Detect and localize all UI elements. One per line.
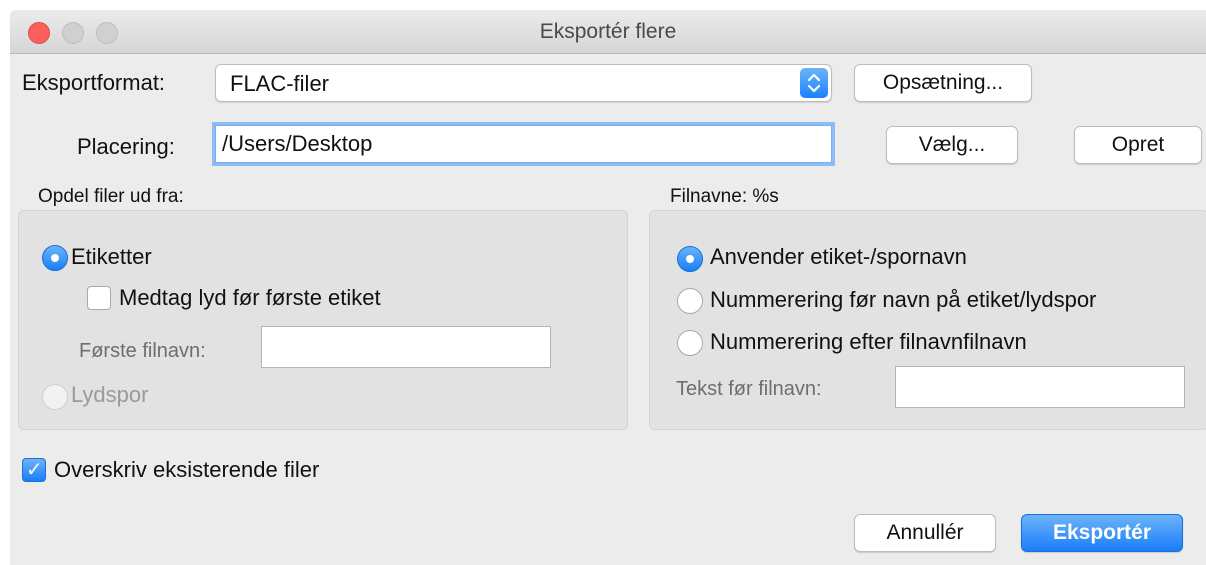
export-format-popup[interactable]: FLAC-filer bbox=[215, 64, 832, 102]
split-group: Etiketter Medtag lyd før første etiket F… bbox=[18, 210, 628, 430]
tracks-radio[interactable] bbox=[42, 384, 68, 410]
split-heading: Opdel filer ud fra: bbox=[38, 186, 184, 207]
use-label-name-radio[interactable] bbox=[677, 246, 703, 272]
tracks-option-label: Lydspor bbox=[71, 382, 149, 407]
overwrite-label: Overskriv eksisterende filer bbox=[54, 457, 320, 482]
overwrite-checkbox[interactable]: ✓ bbox=[22, 458, 46, 482]
first-filename-label: Første filnavn: bbox=[79, 340, 206, 362]
export-format-value: FLAC-filer bbox=[230, 71, 330, 96]
choose-button[interactable]: Vælg... bbox=[886, 126, 1018, 164]
number-after-radio[interactable] bbox=[677, 330, 703, 356]
up-down-arrows-icon bbox=[800, 68, 828, 98]
number-after-label: Nummerering efter filnavnfilnavn bbox=[710, 329, 1027, 354]
include-audio-label: Medtag lyd før første etiket bbox=[119, 285, 381, 310]
export-format-label: Eksportformat: bbox=[22, 70, 166, 95]
filenames-group: Anvender etiket-/spornavn Nummerering fø… bbox=[649, 210, 1206, 430]
create-button[interactable]: Opret bbox=[1074, 126, 1202, 164]
include-audio-checkbox[interactable] bbox=[87, 286, 111, 310]
export-button[interactable]: Eksportér bbox=[1021, 514, 1183, 552]
first-filename-input[interactable] bbox=[261, 326, 551, 368]
use-label-name-label: Anvender etiket-/spornavn bbox=[710, 244, 967, 269]
cancel-button[interactable]: Annullér bbox=[854, 514, 996, 552]
export-multiple-dialog: Eksportér flere Eksportformat: FLAC-file… bbox=[10, 10, 1206, 565]
location-input[interactable]: /Users/Desktop bbox=[215, 125, 832, 163]
prefix-label: Tekst før filnavn: bbox=[676, 378, 822, 400]
number-before-label: Nummerering før navn på etiket/lydspor bbox=[710, 287, 1097, 312]
prefix-input[interactable] bbox=[895, 366, 1185, 408]
checkmark-icon: ✓ bbox=[26, 459, 43, 481]
setup-button[interactable]: Opsætning... bbox=[854, 64, 1032, 102]
labels-option-label: Etiketter bbox=[71, 244, 152, 269]
number-before-radio[interactable] bbox=[677, 288, 703, 314]
location-label: Placering: bbox=[77, 134, 175, 159]
labels-radio[interactable] bbox=[42, 245, 68, 271]
filenames-heading: Filnavne: %s bbox=[670, 186, 779, 207]
title-bar[interactable]: Eksportér flere bbox=[10, 10, 1206, 54]
window-title: Eksportér flere bbox=[539, 20, 677, 43]
